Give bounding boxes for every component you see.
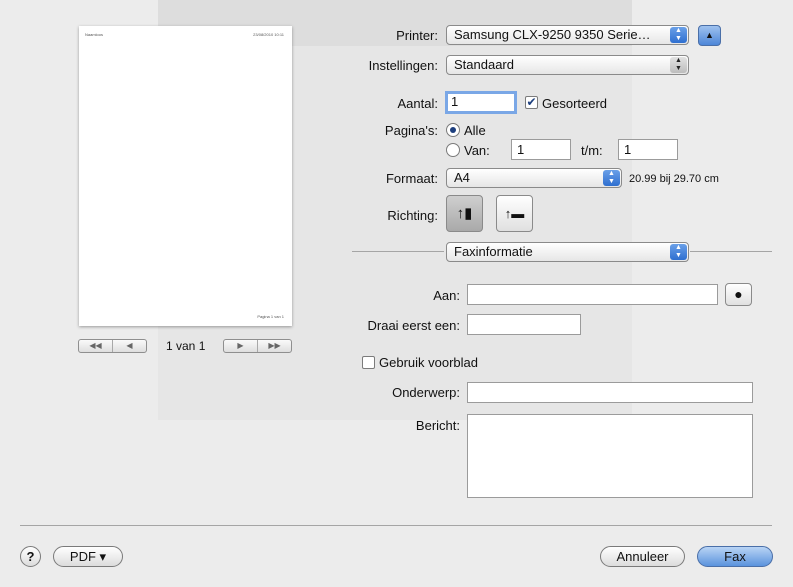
printer-label: Printer: (396, 28, 438, 43)
pages-from-label: Van: (464, 143, 490, 158)
orientation-landscape-button[interactable]: ↑▬ (496, 195, 533, 232)
pages-all-label: Alle (464, 123, 486, 138)
popup-arrows-icon: ▲ ▼ (670, 57, 687, 73)
pages-to-input[interactable]: 1 (618, 139, 678, 160)
printer-value: Samsung CLX-9250 9350 Serie… (454, 27, 651, 42)
popup-arrows-icon: ▲ ▼ (670, 244, 687, 260)
section-separator-right (690, 251, 772, 252)
printer-popup[interactable]: Samsung CLX-9250 9350 Serie… ▲ ▼ (446, 25, 689, 45)
popup-arrows-icon: ▲ ▼ (603, 170, 620, 186)
message-textarea[interactable] (467, 414, 753, 498)
format-value: A4 (454, 170, 470, 185)
person-icon: ● (734, 286, 743, 302)
pages-all-radio[interactable] (446, 123, 460, 137)
previous-page-icon[interactable]: ◀ (112, 340, 146, 352)
subject-input[interactable] (467, 382, 753, 403)
fax-button[interactable]: Fax (697, 546, 773, 567)
preview-back-buttons[interactable]: ◀◀ ◀ (78, 339, 147, 353)
orientation-label: Richting: (387, 208, 438, 223)
preview-forward-buttons[interactable]: ▶ ▶▶ (223, 339, 292, 353)
subject-label: Onderwerp: (392, 385, 460, 400)
pages-from-input[interactable]: 1 (511, 139, 571, 160)
settings-value: Standaard (454, 57, 514, 72)
message-label: Bericht: (415, 418, 460, 433)
format-popup[interactable]: A4 ▲ ▼ (446, 168, 622, 188)
pages-range-radio[interactable] (446, 143, 460, 157)
preview-footer: Pagina 1 van 1 (257, 314, 284, 319)
copies-label: Aantal: (397, 96, 438, 111)
page-preview: Naamloos 23/08/2010 10:11 Pagina 1 van 1 (79, 26, 292, 326)
fax-to-label: Aan: (433, 288, 460, 303)
page-indicator: 1 van 1 (166, 339, 206, 353)
copies-input[interactable]: 1 (445, 91, 517, 114)
cover-page-checkbox[interactable] (362, 356, 375, 369)
dial-prefix-label: Draai eerst een: (367, 318, 461, 333)
section-separator-left (352, 251, 444, 252)
collate-checkbox[interactable]: ✔ (525, 96, 538, 109)
first-page-icon[interactable]: ◀◀ (79, 340, 112, 352)
format-size-text: 20.99 bij 29.70 cm (629, 173, 719, 185)
footer-separator (20, 525, 772, 526)
pdf-menu-button[interactable]: PDF ▾ (53, 546, 123, 567)
pages-label: Pagina's: (384, 123, 438, 138)
landscape-icon: ↑▬ (504, 206, 525, 221)
orientation-portrait-button[interactable]: ↑▮ (446, 195, 483, 232)
last-page-icon[interactable]: ▶▶ (257, 340, 291, 352)
disclosure-up-icon: ▲ (705, 30, 714, 40)
cover-page-label: Gebruik voorblad (379, 355, 478, 370)
cancel-button[interactable]: Annuleer (600, 546, 685, 567)
pages-to-label: t/m: (581, 143, 603, 158)
address-book-button[interactable]: ● (725, 283, 752, 306)
collapse-details-button[interactable]: ▲ (698, 25, 721, 46)
popup-arrows-icon: ▲ ▼ (670, 27, 687, 43)
settings-popup[interactable]: Standaard ▲ ▼ (446, 55, 689, 75)
portrait-icon: ↑▮ (456, 205, 473, 222)
collate-label: Gesorteerd (542, 96, 608, 111)
help-button[interactable]: ? (20, 546, 41, 567)
section-value: Faxinformatie (454, 244, 533, 259)
preview-header-left: Naamloos (85, 32, 104, 37)
section-popup[interactable]: Faxinformatie ▲ ▼ (446, 242, 689, 262)
format-label: Formaat: (385, 171, 438, 186)
help-icon: ? (26, 549, 35, 564)
fax-to-input[interactable] (467, 284, 718, 305)
preview-header-right: 23/08/2010 10:11 (253, 32, 284, 37)
settings-label: Instellingen: (368, 58, 438, 73)
dial-prefix-input[interactable] (467, 314, 581, 335)
next-page-icon[interactable]: ▶ (224, 340, 257, 352)
